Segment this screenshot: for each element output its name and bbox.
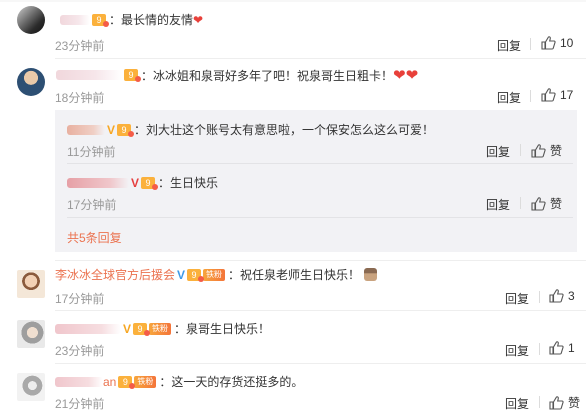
avatar[interactable] [17, 373, 45, 401]
username-blurred[interactable] [55, 323, 121, 334]
verified-v-icon: V [107, 122, 116, 137]
reply-button[interactable]: 回复 [497, 89, 521, 106]
reply-button[interactable]: 回复 [505, 395, 529, 412]
username-blurred[interactable] [60, 14, 90, 25]
comment-divider [55, 58, 586, 59]
comment-time: 17分钟前 [55, 292, 105, 306]
reply-button[interactable]: 回复 [505, 290, 529, 307]
like-button[interactable]: 赞 [531, 142, 562, 159]
action-separator [539, 291, 540, 303]
reply-line: V 9 ：刘大壮这个账号太有意思啦，一个保安怎么这么可爱！ [67, 121, 434, 138]
reply-button[interactable]: 回复 [497, 37, 521, 54]
comment-line: an 9 铁粉 ：这一天的存货还挺多的。 [55, 373, 303, 390]
like-count: 3 [568, 289, 575, 303]
comment-text: ：泉哥生日快乐！ [174, 322, 271, 336]
comment-divider [55, 363, 586, 364]
like-count: 10 [560, 36, 574, 50]
level-badge-icon: 9 [118, 375, 136, 389]
comment-text: ：祝任泉老师生日快乐！ [228, 268, 361, 282]
like-label: 赞 [550, 197, 563, 211]
fan-badge: 铁粉 [134, 375, 157, 388]
like-label: 赞 [550, 144, 563, 158]
like-button[interactable]: 赞 [549, 394, 580, 411]
level-badge-icon: 9 [141, 176, 159, 190]
like-button[interactable]: 赞 [531, 195, 562, 212]
comment-time: 23分钟前 [55, 344, 105, 358]
action-separator [530, 90, 531, 102]
comment-time: 21分钟前 [55, 397, 105, 411]
comment-text: ：最长情的友情 [109, 13, 194, 27]
level-badge-icon: 9 [117, 123, 135, 137]
comment-time: 18分钟前 [55, 91, 105, 105]
comment-time: 23分钟前 [55, 39, 105, 53]
verified-v-icon: V [177, 267, 186, 282]
action-separator [530, 38, 531, 50]
thumbs-up-icon [541, 88, 556, 102]
reply-divider [67, 163, 573, 164]
avatar[interactable] [17, 320, 45, 348]
username-blurred[interactable] [56, 70, 122, 80]
thumbs-up-icon [549, 341, 564, 355]
heart-emoji-icon: ❤ [193, 12, 204, 27]
like-button[interactable]: 17 [541, 88, 573, 102]
comment-line: V 9 铁粉 ：泉哥生日快乐！ [55, 320, 270, 337]
comment-divider [55, 260, 586, 261]
avatar[interactable] [17, 270, 45, 298]
thumbs-up-icon [541, 36, 556, 50]
cake-emoji-icon [364, 268, 378, 281]
action-separator [539, 343, 540, 355]
top-border [0, 0, 586, 2]
more-replies-link[interactable]: 共5条回复 [67, 229, 122, 246]
level-badge-icon: 9 [124, 69, 141, 82]
reply-time: 17分钟前 [67, 198, 117, 212]
thumbs-up-icon [549, 395, 564, 410]
reply-button[interactable]: 回复 [486, 196, 510, 213]
like-button[interactable]: 3 [549, 289, 575, 303]
action-separator [520, 144, 521, 156]
username-suffix[interactable]: an [103, 375, 116, 389]
thumbs-up-icon [549, 289, 564, 303]
like-button[interactable]: 1 [549, 341, 575, 355]
avatar[interactable] [17, 6, 45, 34]
reply-line: V 9 ：生日快乐 [67, 174, 218, 191]
comment-line: 9 ：最长情的友情 ❤ [60, 11, 203, 28]
reply-button[interactable]: 回复 [486, 143, 510, 160]
heart-emoji-icon: ❤❤ [393, 67, 419, 84]
action-separator [520, 197, 521, 209]
username-blurred[interactable] [67, 177, 129, 188]
thumbs-up-icon [531, 143, 546, 158]
like-count: 1 [568, 341, 575, 355]
fan-badge: 铁粉 [203, 268, 226, 281]
username-blurred[interactable] [67, 124, 105, 135]
avatar[interactable] [17, 68, 45, 96]
reply-text: ：生日快乐 [158, 176, 219, 190]
comment-divider [55, 310, 586, 311]
username-blurred[interactable] [55, 376, 103, 387]
reply-button[interactable]: 回复 [505, 342, 529, 359]
thumbs-up-icon [531, 196, 546, 211]
level-badge-icon: 9 [187, 268, 205, 282]
like-count: 17 [560, 88, 574, 102]
comment-line: 9 ：冰冰姐和泉哥好多年了吧！祝泉哥生日粗卡！ ❤❤ [56, 66, 418, 84]
comment-line: 李冰冰全球官方后援会 V 9 铁粉 ：祝任泉老师生日快乐！ [55, 266, 378, 283]
action-separator [539, 396, 540, 408]
comment-text: ：这一天的存货还挺多的。 [159, 375, 304, 389]
level-badge-icon: 9 [92, 13, 109, 27]
fan-badge: 铁粉 [149, 322, 172, 335]
like-button[interactable]: 10 [541, 36, 573, 50]
verified-v-icon: V [131, 175, 140, 190]
level-badge-icon: 9 [133, 322, 151, 336]
comment-text: ：冰冰姐和泉哥好多年了吧！祝泉哥生日粗卡！ [141, 68, 394, 83]
username[interactable]: 李冰冰全球官方后援会 [55, 266, 175, 283]
reply-text: ：刘大壮这个账号太有意思啦，一个保安怎么这么可爱！ [134, 123, 435, 137]
verified-v-icon: V [123, 321, 132, 336]
like-label: 赞 [568, 396, 581, 410]
reply-divider [67, 217, 573, 218]
reply-time: 11分钟前 [67, 145, 116, 159]
